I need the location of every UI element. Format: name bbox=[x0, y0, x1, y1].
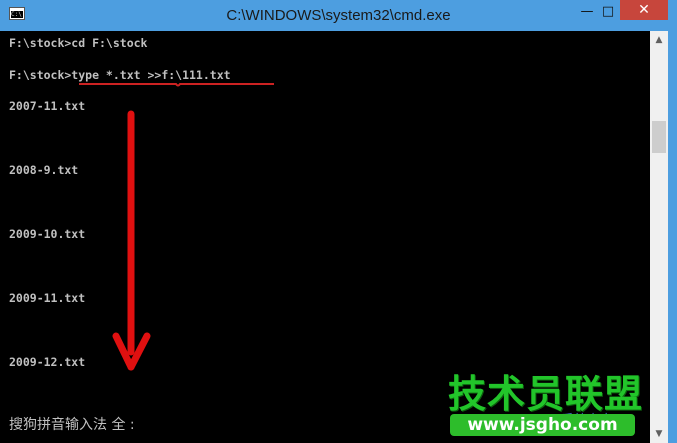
down-arrow-annotation bbox=[112, 110, 151, 371]
scroll-thumb[interactable] bbox=[652, 121, 666, 153]
ime-status-bar: 搜狗拼音输入法 全 : bbox=[9, 417, 135, 433]
vertical-scrollbar[interactable]: ▲ ▼ bbox=[650, 31, 668, 443]
cmd-window: C:\ C:\WINDOWS\system32\cmd.exe — □ ✕ F:… bbox=[0, 0, 677, 443]
window-right-border bbox=[668, 31, 677, 443]
watermark-url: www.jsgho.com bbox=[467, 415, 618, 435]
scroll-up-arrow-icon[interactable]: ▲ bbox=[650, 31, 668, 49]
scroll-down-arrow-icon[interactable]: ▼ bbox=[650, 425, 668, 443]
